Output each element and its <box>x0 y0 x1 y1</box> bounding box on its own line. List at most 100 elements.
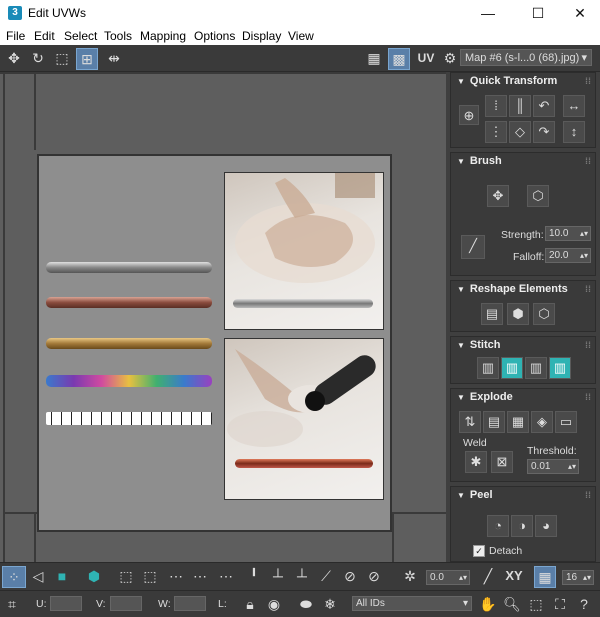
align-vertical-icon[interactable]: ║ <box>509 95 531 117</box>
menu-display[interactable]: Display <box>242 29 281 43</box>
detach-checkbox[interactable]: ✓ <box>473 545 485 557</box>
vertex-mode-icon[interactable]: ⁘ <box>2 566 26 588</box>
pivot-icon[interactable]: ⊕ <box>459 105 479 125</box>
polygon-mode-icon[interactable]: ■ <box>52 566 72 586</box>
scale-icon[interactable]: ⬚ <box>52 48 72 68</box>
snap-toggle-icon[interactable]: ⌗ <box>2 594 22 614</box>
zoom-icon[interactable]: 🔍︎ <box>502 594 522 614</box>
relax-settings-icon[interactable]: ⬡ <box>533 303 555 325</box>
lock-icon[interactable]: 🔒︎ <box>240 594 260 614</box>
paint-grow-icon[interactable]: ⊘ <box>340 566 360 586</box>
space-vertical-icon[interactable]: ↕ <box>563 121 585 143</box>
rotate-spinner[interactable]: 0.0 ▴▾ <box>426 570 470 585</box>
stitch-target-icon[interactable]: ▥ <box>549 357 571 379</box>
threshold-spinner[interactable]: 0.01 ▴▾ <box>527 459 579 474</box>
minimize-button[interactable]: — <box>466 2 510 24</box>
rollout-header[interactable]: ▼ Explode ⁞⁞ <box>451 389 595 405</box>
pelt-icon[interactable]: ⋯ <box>216 566 236 586</box>
visibility-icon[interactable]: ◉ <box>264 594 284 614</box>
checker-icon[interactable]: ▦ <box>364 48 384 68</box>
grid-snap-icon[interactable]: ▦ <box>534 566 556 588</box>
align-horizontal-icon[interactable]: ⁞ <box>485 95 507 117</box>
strength-spinner[interactable]: 10.0 ▴▾ <box>545 226 591 241</box>
paint-move-icon[interactable]: ✥ <box>487 185 509 207</box>
edge-select-icon[interactable]: ╹ <box>244 566 264 586</box>
rotate-cw-icon[interactable]: ↷ <box>533 121 555 143</box>
break-icon[interactable]: ⇅ <box>459 411 481 433</box>
uv-island-pin-rainbow[interactable] <box>46 375 212 387</box>
rotate-axis-icon[interactable]: ✲ <box>400 566 420 586</box>
stitch-custom-icon[interactable]: ▥ <box>477 357 499 379</box>
falloff-spinner[interactable]: 20.0 ▴▾ <box>545 248 591 263</box>
paint-select-icon[interactable]: ⟋ <box>316 566 336 586</box>
element-mode-icon[interactable]: ⬢ <box>84 566 104 586</box>
line-brush-icon[interactable]: ╱ <box>461 235 485 259</box>
hide-icon[interactable]: ⬬ <box>296 594 316 614</box>
zoom-region-icon[interactable]: ⬚ <box>526 594 546 614</box>
ring-icon[interactable]: ⋯ <box>190 566 210 586</box>
split-icon[interactable]: ◈ <box>531 411 553 433</box>
menu-select[interactable]: Select <box>64 29 97 43</box>
map-select-dropdown[interactable]: Map #6 (s-l...0 (68).jpg) ▾ <box>460 49 592 66</box>
weld-target-icon[interactable]: ⊠ <box>491 451 513 473</box>
xy-toggle-button[interactable]: XY <box>502 566 526 586</box>
relax-brush-icon[interactable]: ⬡ <box>527 185 549 207</box>
zoom-extents-icon[interactable]: ⛶ <box>550 594 570 614</box>
v-coordinate-field[interactable] <box>110 596 142 611</box>
u-coordinate-field[interactable] <box>50 596 82 611</box>
close-button[interactable]: ✕ <box>558 2 600 24</box>
uv-island-pin-copper[interactable] <box>46 297 212 308</box>
stitch-average-icon[interactable]: ▥ <box>525 357 547 379</box>
select-grow-icon[interactable]: ⬚ <box>116 566 136 586</box>
shrink-loop-icon[interactable]: ┴ <box>292 566 312 586</box>
grid-spinner[interactable]: 16 ▴▾ <box>562 570 594 585</box>
straighten-icon[interactable]: ▤ <box>481 303 503 325</box>
w-coordinate-field[interactable] <box>174 596 206 611</box>
menu-edit[interactable]: Edit <box>34 29 55 43</box>
select-shrink-icon[interactable]: ⬚ <box>140 566 160 586</box>
peel-mode-icon[interactable]: ◑ <box>511 515 533 537</box>
rotate-ccw-icon[interactable]: ↶ <box>533 95 555 117</box>
show-map-icon[interactable]: ▩ <box>388 48 410 70</box>
reset-peel-icon[interactable]: ◕ <box>535 515 557 537</box>
quick-peel-icon[interactable]: ◔ <box>487 515 509 537</box>
rollout-header[interactable]: ▼ Peel ⁞⁞ <box>451 487 595 503</box>
pan-icon[interactable]: ✋ <box>478 594 498 614</box>
align-center-icon[interactable]: ◇ <box>509 121 531 143</box>
uv-island-pin-silver[interactable] <box>46 262 212 273</box>
uv-island-pin-wireframe[interactable] <box>46 412 212 425</box>
loop-icon[interactable]: ⋯ <box>166 566 186 586</box>
menu-file[interactable]: File <box>6 29 25 43</box>
relax-icon[interactable]: ⬢ <box>507 303 529 325</box>
freeze-icon[interactable]: ❄ <box>320 594 340 614</box>
maximize-button[interactable]: ☐ <box>516 2 560 24</box>
rotate-icon[interactable]: ↻ <box>28 48 48 68</box>
stitch-source-icon[interactable]: ▥ <box>501 357 523 379</box>
menu-tools[interactable]: Tools <box>104 29 132 43</box>
freeform-icon[interactable]: ⊞ <box>76 48 98 70</box>
weld-selected-icon[interactable]: ✱ <box>465 451 487 473</box>
menu-options[interactable]: Options <box>194 29 235 43</box>
rollout-header[interactable]: ▼ Reshape Elements ⁞⁞ <box>451 281 595 297</box>
uv-island-pin-gold[interactable] <box>46 338 212 349</box>
rollout-header[interactable]: ▼ Brush ⁞⁞ <box>451 153 595 169</box>
mirror-icon[interactable]: ⇹ <box>104 48 124 68</box>
uv-toggle-button[interactable]: UV <box>414 48 438 68</box>
rollout-header[interactable]: ▼ Quick Transform ⁞⁞ <box>451 73 595 89</box>
rollout-header[interactable]: ▼ Stitch ⁞⁞ <box>451 337 595 353</box>
flatten-icon[interactable]: ▤ <box>483 411 505 433</box>
align-left-icon[interactable]: ⋮ <box>485 121 507 143</box>
paint-shrink-icon[interactable]: ⊘ <box>364 566 384 586</box>
uv-viewport[interactable] <box>0 72 446 562</box>
line-tool-icon[interactable]: ╱ <box>478 566 498 586</box>
edge-mode-icon[interactable]: ◁ <box>28 566 48 586</box>
help-icon[interactable]: ? <box>574 594 594 614</box>
id-filter-dropdown[interactable]: All IDs ▾ <box>352 596 472 611</box>
smoothing-icon[interactable]: ▭ <box>555 411 577 433</box>
menu-view[interactable]: View <box>288 29 314 43</box>
space-horizontal-icon[interactable]: ↔ <box>563 95 585 117</box>
options-icon[interactable]: ⚙ <box>440 48 460 68</box>
move-icon[interactable]: ✥ <box>4 48 24 68</box>
grow-loop-icon[interactable]: ┴ <box>268 566 288 586</box>
menu-mapping[interactable]: Mapping <box>140 29 186 43</box>
